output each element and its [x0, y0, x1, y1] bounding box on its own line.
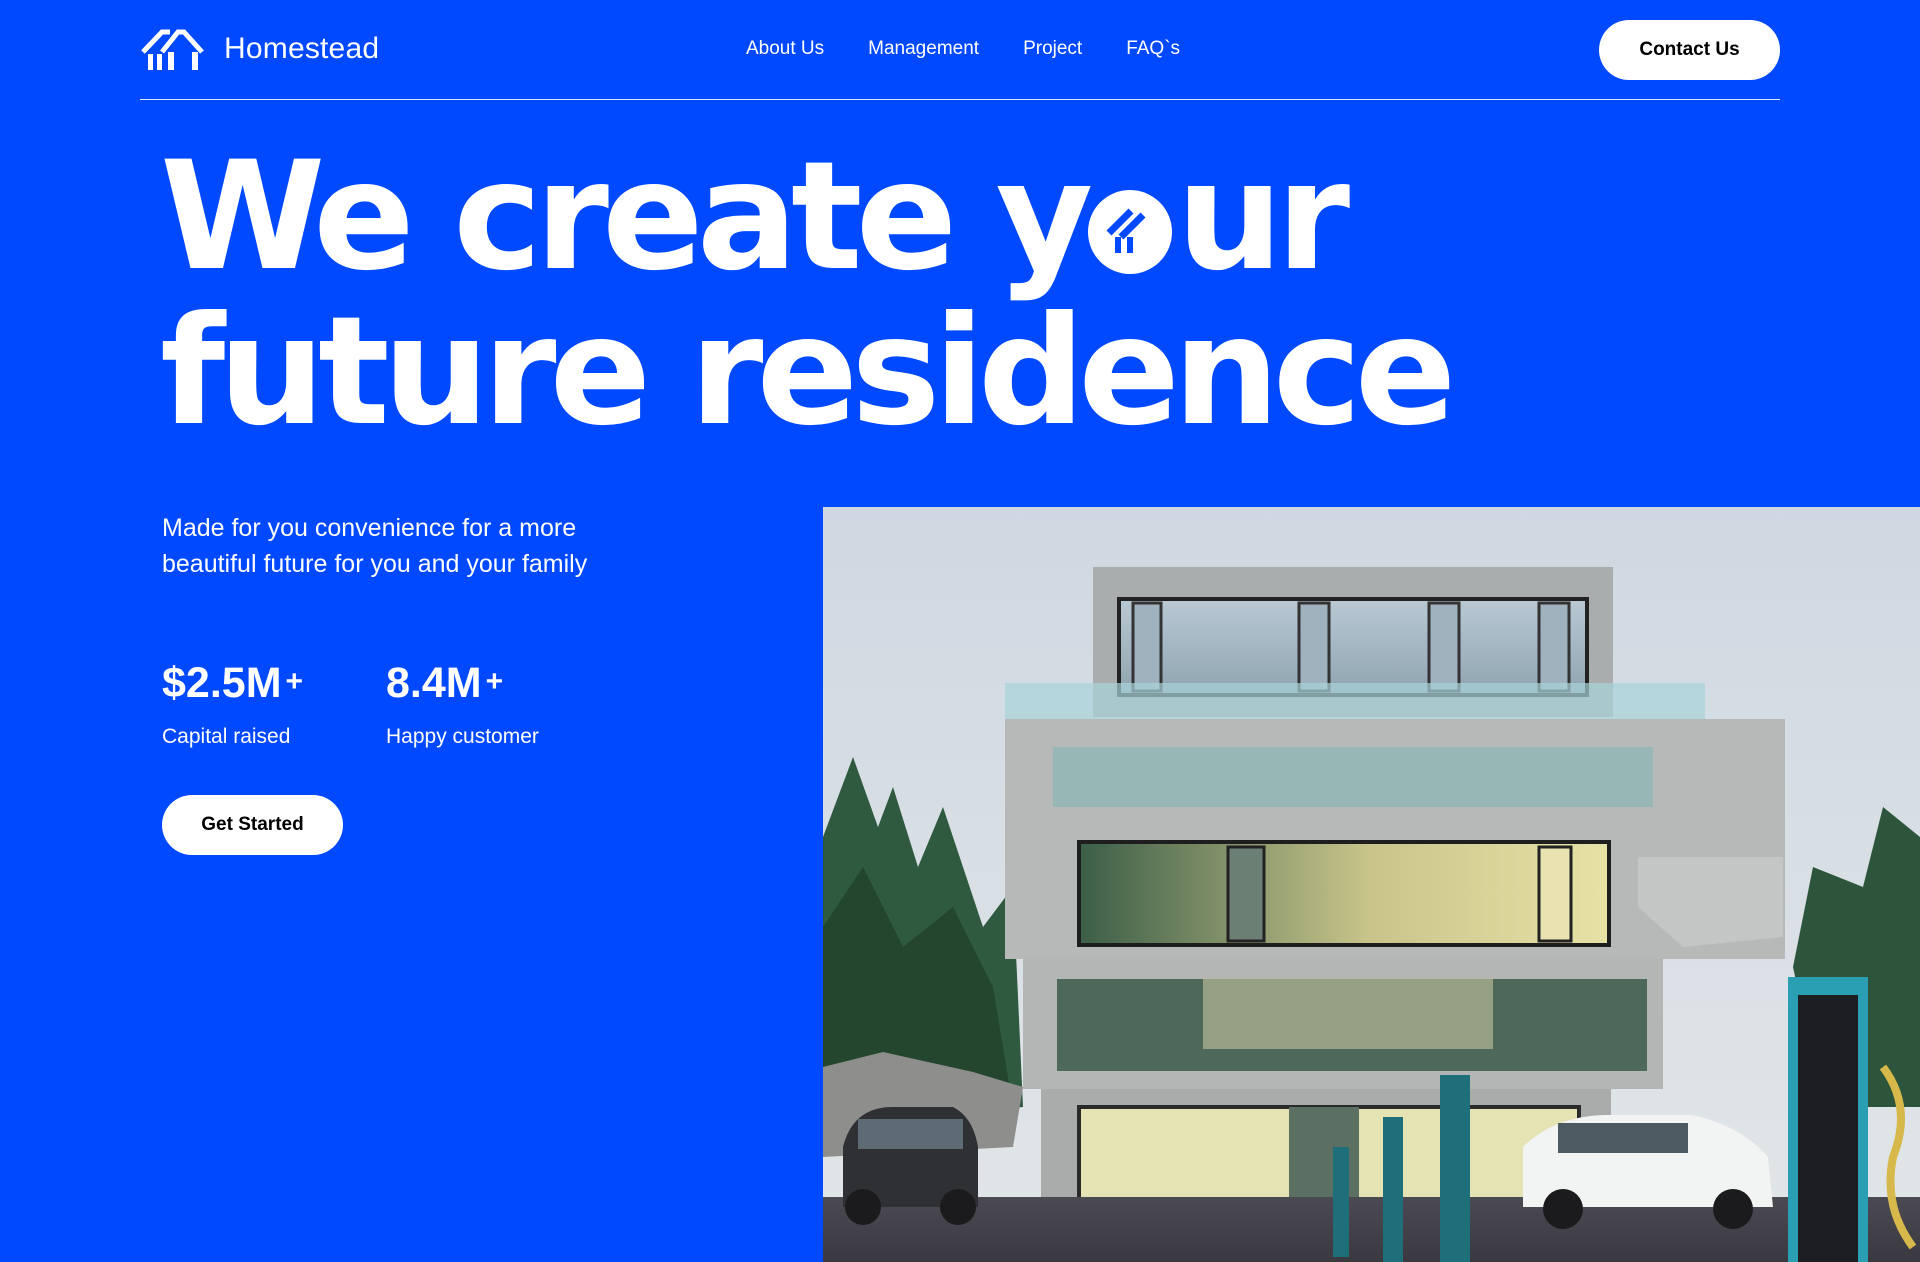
brand-name: Homestead — [224, 32, 380, 65]
stat-number: 8.4M — [386, 659, 482, 707]
building-illustration — [823, 507, 1920, 1262]
site-header: Homestead About Us Management Project FA… — [140, 0, 1780, 100]
hero-subtitle: Made for you convenience for a more beau… — [162, 514, 588, 578]
main-nav: About Us Management Project FAQ`s — [746, 38, 1180, 60]
stat-suffix: + — [485, 665, 504, 698]
stat-suffix: + — [285, 665, 304, 698]
headline-line-2: future residence — [160, 285, 1456, 459]
nav-item-faqs[interactable]: FAQ`s — [1126, 38, 1180, 60]
headline-line-1-end: ur — [1176, 130, 1350, 304]
hero-headline: We create y ur future residence — [160, 140, 1456, 459]
landing-page: Homestead About Us Management Project FA… — [0, 0, 1920, 1262]
stat-label: Capital raised — [162, 725, 291, 748]
nav-item-management[interactable]: Management — [868, 38, 979, 60]
house-logo-icon — [141, 29, 204, 70]
stat-value: $2.5M + — [162, 656, 386, 709]
stat-label: Happy customer — [386, 725, 539, 748]
headline-line-1-start: We create y — [160, 130, 1093, 304]
stat-number: $2.5M — [162, 659, 282, 707]
contact-us-button[interactable]: Contact Us — [1599, 20, 1780, 80]
stat-value: 8.4M + — [386, 656, 610, 709]
brand-link[interactable]: Homestead — [140, 26, 379, 72]
nav-item-project[interactable]: Project — [1023, 38, 1082, 60]
stat-capital: $2.5M + Capital raised — [162, 656, 386, 749]
stats-row: $2.5M + Capital raised 8.4M + Happy custom… — [162, 656, 610, 749]
headline-line-1: We create y ur — [160, 140, 1449, 295]
stat-customers: 8.4M + Happy customer — [386, 656, 610, 749]
hero-building-image — [823, 507, 1920, 1262]
house-circle-icon — [1088, 190, 1173, 274]
nav-item-about-us[interactable]: About Us — [746, 38, 824, 60]
get-started-button[interactable]: Get Started — [162, 795, 343, 855]
